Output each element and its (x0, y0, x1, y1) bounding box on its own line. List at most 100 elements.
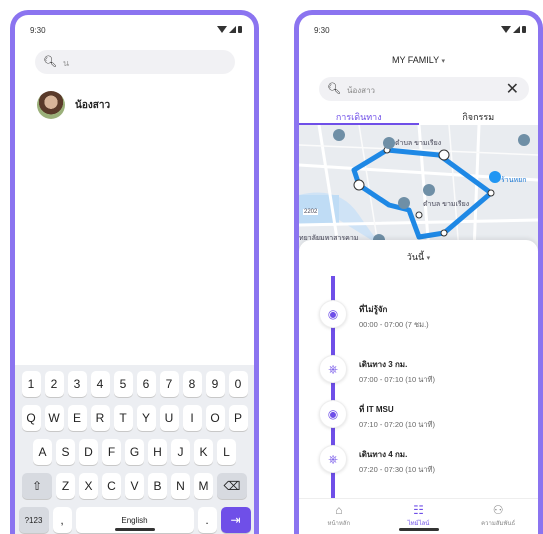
timeline-entry[interactable]: ⎈ เดินทาง 3 กม. 07:00 - 07:10 (10 นาที) (319, 355, 435, 386)
map-label: ร้านหยก (501, 177, 527, 184)
key-5[interactable]: 5 (113, 371, 133, 397)
key-2[interactable]: 2 (44, 371, 64, 397)
entry-time: 07:00 - 07:10 (10 นาที) (359, 375, 435, 384)
key-7[interactable]: 7 (159, 371, 179, 397)
key-9[interactable]: 9 (205, 371, 225, 397)
comma-key[interactable]: , (52, 507, 72, 533)
map-label: ตำบล ขามเรียง (423, 201, 470, 208)
wifi-icon (217, 26, 227, 33)
key-s[interactable]: S (56, 439, 75, 465)
key-c[interactable]: C (102, 473, 121, 499)
wifi-icon (501, 26, 511, 33)
key-h[interactable]: H (148, 439, 167, 465)
nav-timeline-label: ไทม์ไลน์ (407, 521, 430, 527)
key-j[interactable]: J (171, 439, 190, 465)
nav-home-label: หน้าหลัก (327, 521, 351, 527)
entry-time: 07:20 - 07:30 (10 นาที) (359, 465, 435, 474)
key-t[interactable]: T (113, 405, 133, 431)
location-pin-icon: ◉ (319, 400, 347, 428)
avatar (37, 91, 65, 119)
key-1[interactable]: 1 (21, 371, 41, 397)
contact-result[interactable]: น้องสาว (37, 90, 110, 120)
search-input-value: น้องสาว (347, 86, 376, 95)
date-filter[interactable]: วันนี้ ▾ (299, 250, 538, 264)
search-icon: 🔍︎ (43, 56, 57, 68)
key-6[interactable]: 6 (136, 371, 156, 397)
key-m[interactable]: M (194, 473, 213, 499)
phone-screen-timeline: 9:30 MY FAMILY ▾ 🔍︎ น้องสาว ✕ การเดินทาง… (294, 10, 543, 534)
timeline-icon: ☷ (413, 503, 424, 517)
nav-relationship[interactable]: ⚇ ความสัมพันธ์ (458, 499, 538, 534)
signal-icon (513, 26, 520, 33)
signal-icon (229, 26, 236, 33)
key-x[interactable]: X (79, 473, 98, 499)
key-a[interactable]: A (33, 439, 52, 465)
key-w[interactable]: W (44, 405, 64, 431)
symbols-key[interactable]: ?123 (18, 507, 49, 533)
key-v[interactable]: V (125, 473, 144, 499)
entry-title: ที่ IT MSU (359, 405, 394, 414)
entry-title: เดินทาง 3 กม. (359, 360, 408, 369)
backspace-icon: ⌫ (223, 479, 241, 493)
close-icon[interactable]: ✕ (506, 79, 519, 99)
contact-name: น้องสาว (75, 99, 111, 111)
nav-home[interactable]: ⌂ หน้าหลัก (299, 499, 379, 534)
key-f[interactable]: F (102, 439, 121, 465)
key-0[interactable]: 0 (228, 371, 248, 397)
key-3[interactable]: 3 (67, 371, 87, 397)
key-n[interactable]: N (171, 473, 190, 499)
key-q[interactable]: Q (21, 405, 41, 431)
family-selector[interactable]: MY FAMILY ▾ (299, 55, 538, 65)
shift-icon: ⇧ (31, 479, 43, 493)
entry-title: เดินทาง 4 กม. (359, 450, 408, 459)
keyboard: 1 2 3 4 5 6 7 8 9 0 Q W E R T Y U I O P … (15, 365, 254, 534)
shift-key[interactable]: ⇧ (22, 473, 52, 499)
car-icon: ⎈ (319, 445, 347, 473)
timeline-entry[interactable]: ◉ ที่ IT MSU 07:10 - 07:20 (10 นาที) (319, 400, 435, 431)
key-r[interactable]: R (90, 405, 110, 431)
map-label: ตำบล ขามเรียง (395, 140, 442, 147)
timeline-entry[interactable]: ⎈ เดินทาง 4 กม. 07:20 - 07:30 (10 นาที) (319, 445, 435, 476)
key-u[interactable]: U (159, 405, 179, 431)
backspace-key[interactable]: ⌫ (217, 473, 247, 499)
entry-title: ที่ไม่รู้จัก (359, 305, 388, 314)
search-input[interactable]: 🔍︎ น้องสาว ✕ (319, 77, 529, 101)
period-key[interactable]: . (197, 507, 217, 533)
key-o[interactable]: O (205, 405, 225, 431)
battery-icon (522, 26, 526, 33)
car-icon: ⎈ (319, 355, 347, 383)
search-icon: 🔍︎ (327, 83, 341, 95)
tab-activity[interactable]: กิจกรรม (419, 107, 539, 125)
battery-icon (238, 26, 242, 33)
key-p[interactable]: P (228, 405, 248, 431)
date-filter-label: วันนี้ (406, 252, 425, 262)
key-4[interactable]: 4 (90, 371, 110, 397)
home-indicator (398, 528, 439, 531)
enter-icon: ⇥ (230, 513, 241, 527)
status-time: 9:30 (30, 26, 46, 35)
timeline-entry[interactable]: ◉ ที่ไม่รู้จัก 00:00 - 07:00 (7 ชม.) (319, 300, 429, 331)
key-e[interactable]: E (67, 405, 87, 431)
timeline-sheet: วันนี้ ▾ ◉ ที่ไม่รู้จัก 00:00 - 07:00 (7 … (299, 240, 538, 498)
search-input[interactable]: 🔍︎ น (35, 50, 235, 74)
tab-travel[interactable]: การเดินทาง (299, 107, 419, 125)
family-title: MY FAMILY (391, 55, 439, 65)
key-y[interactable]: Y (136, 405, 156, 431)
key-8[interactable]: 8 (182, 371, 202, 397)
key-k[interactable]: K (194, 439, 213, 465)
status-bar: 9:30 (30, 26, 242, 38)
key-g[interactable]: G (125, 439, 144, 465)
key-l[interactable]: L (217, 439, 236, 465)
key-z[interactable]: Z (56, 473, 75, 499)
route-map[interactable]: ตำบล ขามเรียง ตำบล ขามเรียง ร้านหยก ทยาล… (299, 125, 538, 251)
enter-key[interactable]: ⇥ (220, 507, 251, 533)
location-pin-icon: ◉ (319, 300, 347, 328)
relationship-icon: ⚇ (492, 503, 504, 517)
status-bar: 9:30 (314, 26, 526, 38)
key-i[interactable]: I (182, 405, 202, 431)
key-b[interactable]: B (148, 473, 167, 499)
map-label: 2202 (303, 209, 319, 215)
phone-screen-search: 9:30 🔍︎ น น้องสาว 1 2 3 4 5 6 7 8 9 0 Q … (10, 10, 259, 534)
key-d[interactable]: D (79, 439, 98, 465)
chevron-down-icon: ▾ (426, 255, 431, 262)
